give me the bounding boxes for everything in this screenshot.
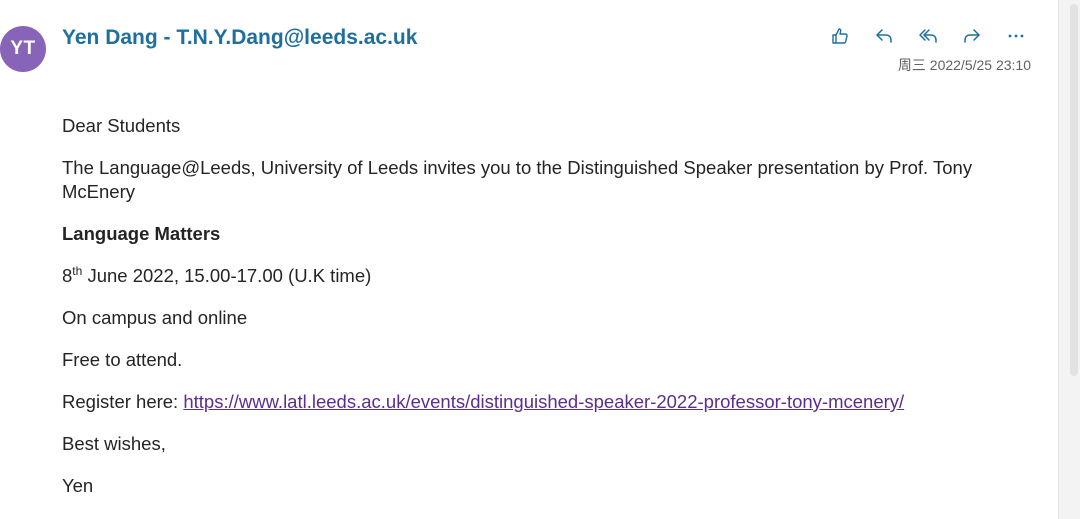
message-body: Dear Students The Language@Leeds, Univer… xyxy=(62,114,1022,516)
avatar[interactable]: YT xyxy=(0,26,46,72)
date-day: 8 xyxy=(62,265,73,286)
date-suffix: th xyxy=(72,263,83,278)
scrollbar-thumb[interactable] xyxy=(1070,4,1078,376)
timestamp: 周三 2022/5/25 23:10 xyxy=(897,57,1031,73)
email-reading-pane: YT Yen Dang - T.N.Y.Dang@leeds.ac.uk 周三 … xyxy=(0,0,1080,519)
register-link[interactable]: https://www.latl.leeds.ac.uk/events/dist… xyxy=(183,391,904,412)
more-icon xyxy=(1008,34,1024,38)
signature: Yen xyxy=(62,475,94,496)
intro-paragraph: The Language@Leeds, University of Leeds … xyxy=(62,157,973,202)
thumbs-up-icon xyxy=(832,28,848,44)
register-line: Register here: https://www.latl.leeds.ac… xyxy=(62,390,1022,414)
date-rest: June 2022, 15.00-17.00 (U.K time) xyxy=(82,265,372,286)
reply-button[interactable] xyxy=(866,22,902,50)
register-label: Register here: xyxy=(62,391,184,412)
signoff: Best wishes, xyxy=(62,433,166,454)
reply-icon xyxy=(876,29,892,43)
more-button[interactable] xyxy=(998,22,1034,50)
sender-name[interactable]: Yen Dang - T.N.Y.Dang@leeds.ac.uk xyxy=(62,26,417,50)
reply-all-button[interactable] xyxy=(910,22,946,50)
event-date: 8th June 2022, 15.00-17.00 (U.K time) xyxy=(62,264,1022,288)
reply-all-icon xyxy=(919,29,937,43)
like-button[interactable] xyxy=(822,22,858,50)
avatar-initials: YT xyxy=(10,38,36,59)
event-title: Language Matters xyxy=(62,223,221,244)
message-actions xyxy=(822,22,1034,50)
event-location: On campus and online xyxy=(62,307,248,328)
scrollbar-track[interactable] xyxy=(1058,0,1080,519)
event-price: Free to attend. xyxy=(62,349,183,370)
greeting: Dear Students xyxy=(62,115,181,136)
forward-button[interactable] xyxy=(954,22,990,50)
forward-icon xyxy=(964,29,980,43)
